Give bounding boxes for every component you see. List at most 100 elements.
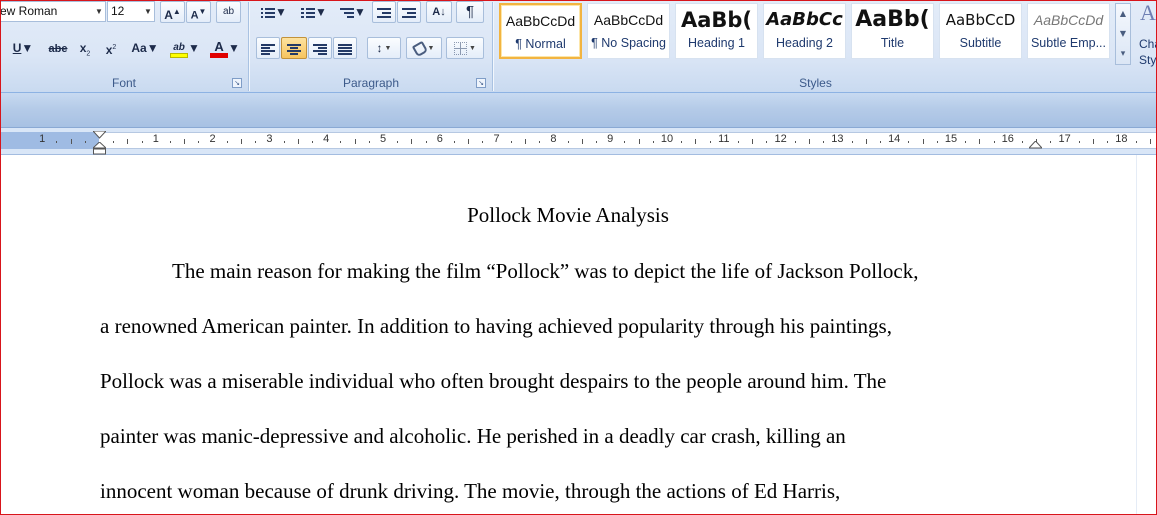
style-heading-2[interactable]: AaBbCc Heading 2 xyxy=(763,3,846,59)
right-indent-marker-icon[interactable] xyxy=(1029,141,1042,149)
font-group: ew Roman ▼ 12 ▼ A▲ A▼ ab U▼ abe x2 x2 Aa… xyxy=(0,0,248,93)
paragraph-line[interactable]: painter was manic-depressive and alcohol… xyxy=(100,424,846,449)
paragraph-dialog-launcher-icon[interactable]: ↘ xyxy=(476,78,486,88)
ruler-tick xyxy=(539,141,541,143)
sort-button[interactable]: A↓ xyxy=(426,1,452,23)
grow-font-button[interactable]: A▲ xyxy=(160,1,185,23)
document-page[interactable]: Pollock Movie Analysis The main reason f… xyxy=(0,155,1157,515)
ruler-tick xyxy=(241,139,242,144)
font-dialog-launcher-icon[interactable]: ↘ xyxy=(232,78,242,88)
ruler-tick xyxy=(865,139,867,144)
shading-button[interactable]: ▼ xyxy=(406,37,442,59)
show-hide-marks-button[interactable]: ¶ xyxy=(456,1,484,23)
bullet-list-icon xyxy=(261,7,276,19)
font-size-combo[interactable]: 12 ▼ xyxy=(107,1,155,22)
gallery-down-icon[interactable]: ▼ xyxy=(1116,24,1130,44)
align-center-button[interactable] xyxy=(281,37,307,59)
multilevel-list-button[interactable]: ▼ xyxy=(336,1,370,23)
ruler-tick xyxy=(141,141,143,143)
horizontal-ruler[interactable]: 1 1 2 3 4 5 6 7 8 9 10 11 12 13 14 15 16 17 18 xyxy=(0,128,1157,155)
ruler-number: 5 xyxy=(378,133,388,146)
shrink-font-button[interactable]: A▼ xyxy=(186,1,211,23)
style-normal[interactable]: AaBbCcDd ¶ Normal xyxy=(499,3,582,59)
shrink-font-label: A xyxy=(190,9,199,22)
paragraph-line[interactable]: Pollock was a miserable individual who o… xyxy=(100,369,886,394)
paragraph-line[interactable]: a renowned American painter. In addition… xyxy=(100,314,892,339)
chevron-down-icon[interactable]: ▼ xyxy=(315,5,327,19)
first-line-indent-marker-icon[interactable] xyxy=(93,131,106,139)
strikethrough-label: abe xyxy=(48,43,68,55)
style-subtitle[interactable]: AaBbCcD Subtitle xyxy=(939,3,1022,59)
align-right-button[interactable] xyxy=(308,37,332,59)
document-title[interactable]: Pollock Movie Analysis xyxy=(0,203,1136,228)
ruler-tick xyxy=(170,141,171,143)
chevron-down-icon[interactable]: ▼ xyxy=(428,45,435,52)
underline-button[interactable]: U▼ xyxy=(4,37,42,59)
align-left-button[interactable] xyxy=(256,37,280,59)
decrease-indent-button[interactable] xyxy=(372,1,396,23)
style-name: ¶ Normal xyxy=(515,37,566,51)
style-preview: AaBb( xyxy=(855,7,930,32)
highlight-button[interactable]: ab ▼ xyxy=(166,37,204,59)
ruler-tick xyxy=(880,141,881,143)
paragraph-line[interactable]: The main reason for making the film “Pol… xyxy=(172,259,918,284)
style-preview: AaBbCcDd xyxy=(1033,12,1104,28)
style-no-spacing[interactable]: AaBbCcDd ¶ No Spacing xyxy=(587,3,670,59)
chevron-down-icon[interactable]: ▼ xyxy=(385,45,392,52)
ruler-tick xyxy=(581,139,583,144)
ruler-number: 6 xyxy=(435,133,444,146)
ruler-number: 15 xyxy=(943,133,959,146)
style-title[interactable]: AaBb( Title xyxy=(851,3,934,59)
ruler-tick xyxy=(1093,139,1094,144)
style-preview: AaBbCcD xyxy=(945,11,1016,29)
chevron-down-icon[interactable]: ▼ xyxy=(93,2,105,21)
bullets-button[interactable]: ▼ xyxy=(256,1,292,23)
change-styles-button[interactable]: A Cha Sty xyxy=(1136,0,1157,75)
clear-formatting-button[interactable]: ab xyxy=(216,1,241,23)
style-heading-1[interactable]: AaBb( Heading 1 xyxy=(675,3,758,59)
chevron-down-icon[interactable]: ▼ xyxy=(228,41,240,55)
hanging-indent-marker-icon[interactable] xyxy=(93,142,106,155)
strikethrough-button[interactable]: abe xyxy=(44,37,72,59)
vertical-scrollbar[interactable] xyxy=(1136,155,1157,515)
chevron-down-icon[interactable]: ▼ xyxy=(188,41,200,55)
change-case-button[interactable]: Aa▼ xyxy=(128,37,162,59)
superscript-button[interactable]: x2 xyxy=(100,37,122,59)
numbering-button[interactable]: ▼ xyxy=(296,1,332,23)
ruler-number: 1 xyxy=(39,133,46,145)
increase-indent-icon xyxy=(402,7,416,19)
ruler-number: 1 xyxy=(151,133,160,146)
chevron-down-icon[interactable]: ▼ xyxy=(469,45,476,52)
font-name-combo[interactable]: ew Roman ▼ xyxy=(0,1,106,22)
ruler-tick xyxy=(340,141,342,143)
justify-button[interactable] xyxy=(333,37,357,59)
styles-gallery-scroll: ▲ ▼ ▾ xyxy=(1115,3,1131,65)
ruler-tick xyxy=(766,141,768,143)
numbered-list-icon xyxy=(301,7,316,19)
borders-button[interactable]: ▼ xyxy=(446,37,484,59)
ruler-tick xyxy=(482,141,484,143)
change-styles-label-1: Cha xyxy=(1139,37,1157,51)
ruler-tick xyxy=(1149,139,1151,144)
subscript-button[interactable]: x2 xyxy=(74,37,96,59)
style-subtle-emphasis[interactable]: AaBbCcDd Subtle Emp... xyxy=(1027,3,1110,59)
font-color-button[interactable]: A ▼ xyxy=(206,37,244,59)
chevron-down-icon[interactable]: ▼ xyxy=(275,5,287,19)
gallery-up-icon[interactable]: ▲ xyxy=(1116,4,1130,24)
chevron-down-icon[interactable]: ▼ xyxy=(142,2,154,21)
chevron-down-icon[interactable]: ▼ xyxy=(147,41,159,55)
ruler-tick xyxy=(809,139,810,144)
paragraph-group-label: Paragraph xyxy=(342,76,400,90)
ruler-tick xyxy=(851,141,853,143)
pilcrow-icon: ¶ xyxy=(465,3,475,20)
align-left-icon xyxy=(261,43,275,55)
gallery-more-icon[interactable]: ▾ xyxy=(1116,44,1130,64)
chevron-down-icon[interactable]: ▼ xyxy=(354,5,366,19)
ruler-tick xyxy=(1107,141,1109,143)
increase-indent-button[interactable] xyxy=(397,1,421,23)
paragraph-line[interactable]: innocent woman because of drunk driving.… xyxy=(100,479,840,504)
chevron-down-icon[interactable]: ▼ xyxy=(21,41,33,55)
align-center-icon xyxy=(287,43,301,55)
line-spacing-button[interactable]: ↕ ▼ xyxy=(367,37,401,59)
ruler-tick xyxy=(652,141,654,143)
